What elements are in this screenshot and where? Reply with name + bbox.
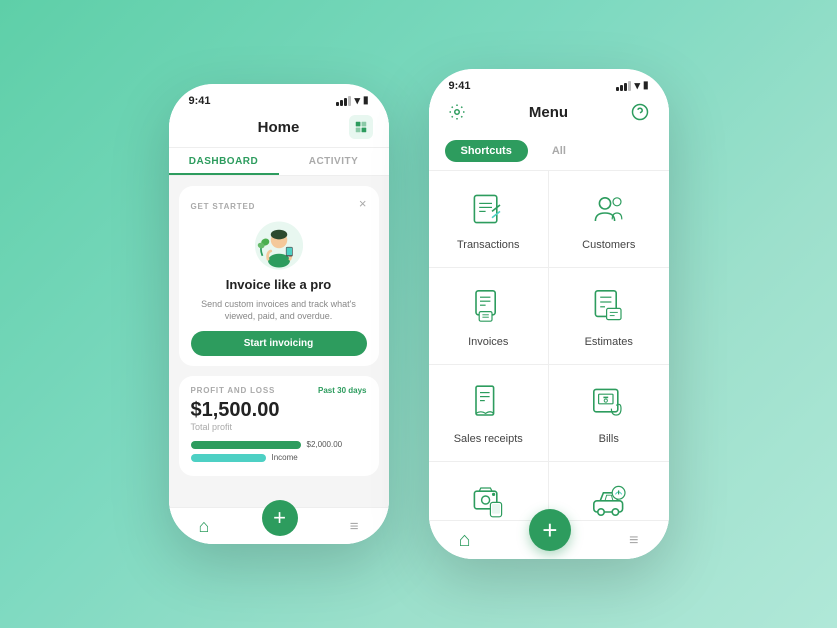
question-icon[interactable] — [628, 100, 652, 124]
income-bar-row: $2,000.00 — [191, 440, 367, 449]
left-bottom-nav: ⌂ + ≡ — [169, 507, 389, 544]
tab-dashboard[interactable]: DASHBOARD — [169, 148, 279, 175]
left-status-icons: ▾ ▮ — [336, 94, 368, 107]
profit-header: PROFIT AND LOSS Past 30 days — [191, 386, 367, 395]
bills-label: Bills — [599, 433, 619, 445]
left-content: GET STARTED × — [169, 176, 389, 507]
sales-receipts-label: Sales receipts — [454, 433, 523, 445]
menu-item-mileage[interactable]: Mileage — [549, 462, 669, 520]
expense-bar — [191, 454, 266, 462]
menu-item-transactions[interactable]: Transactions — [429, 171, 549, 267]
menu-item-bills[interactable]: Bills — [549, 365, 669, 461]
menu-grid: Transactions Customers — [429, 171, 669, 520]
right-bottom-nav: ⌂ + ≡ — [429, 520, 669, 559]
menu-item-estimates[interactable]: Estimates — [549, 268, 669, 364]
profit-period: Past 30 days — [318, 386, 366, 395]
right-status-icons: ▾ ▮ — [616, 79, 648, 92]
left-status-bar: 9:41 ▾ ▮ — [169, 84, 389, 111]
income-amount: $2,000.00 — [307, 440, 343, 449]
left-tabs: DASHBOARD ACTIVITY — [169, 148, 389, 176]
left-screen: Home DASHBOARD ACTIVITY G — [169, 111, 389, 544]
menu-title: Menu — [529, 104, 568, 121]
wifi-icon: ▾ — [354, 94, 360, 107]
right-phone: 9:41 ▾ ▮ Menu — [429, 69, 669, 559]
mileage-icon — [587, 478, 631, 520]
menu-item-customers[interactable]: Customers — [549, 171, 669, 267]
customers-label: Customers — [582, 239, 635, 251]
left-home-title: Home — [258, 119, 300, 136]
battery-icon: ▮ — [363, 95, 369, 106]
home-header-icon[interactable] — [349, 115, 373, 139]
profit-label: PROFIT AND LOSS — [191, 386, 276, 395]
profit-amount: $1,500.00 — [191, 399, 367, 422]
shortcuts-button[interactable]: Shortcuts — [445, 140, 528, 162]
right-header: Menu — [429, 96, 669, 132]
transactions-icon — [466, 187, 510, 231]
transactions-label: Transactions — [457, 239, 520, 251]
left-header: Home — [169, 111, 389, 148]
left-phone: 9:41 ▾ ▮ Home DASH — [169, 84, 389, 544]
gear-icon[interactable] — [445, 100, 469, 124]
expense-bar-row: Income — [191, 453, 367, 462]
income-bar — [191, 441, 301, 449]
shortcuts-row: Shortcuts All — [429, 132, 669, 171]
right-status-bar: 9:41 ▾ ▮ — [429, 69, 669, 96]
start-invoicing-button[interactable]: Start invoicing — [191, 331, 367, 356]
bills-icon — [587, 381, 631, 425]
all-button[interactable]: All — [536, 140, 582, 162]
left-fab[interactable]: + — [262, 500, 298, 536]
card-heading: Invoice like a pro — [191, 277, 367, 294]
home-nav-icon[interactable]: ⌂ — [199, 516, 210, 537]
left-time: 9:41 — [189, 95, 211, 107]
profit-sublabel: Total profit — [191, 422, 367, 432]
menu-item-receipt-snap[interactable]: Receipt snap — [429, 462, 549, 520]
get-started-label: GET STARTED — [191, 202, 256, 211]
income-label: Income — [272, 453, 298, 462]
right-time: 9:41 — [449, 80, 471, 92]
invoices-icon — [466, 284, 510, 328]
right-battery-icon: ▮ — [643, 80, 649, 91]
tab-activity[interactable]: ACTIVITY — [279, 148, 389, 175]
right-fab[interactable]: + — [529, 509, 571, 551]
close-button[interactable]: × — [359, 196, 367, 211]
card-illustration — [191, 218, 367, 273]
customers-icon — [587, 187, 631, 231]
right-signal-icon — [616, 81, 631, 91]
right-home-icon[interactable]: ⌂ — [459, 529, 471, 552]
menu-nav-icon[interactable]: ≡ — [350, 518, 359, 535]
menu-item-invoices[interactable]: Invoices — [429, 268, 549, 364]
right-wifi-icon: ▾ — [634, 79, 640, 92]
profit-card: PROFIT AND LOSS Past 30 days $1,500.00 T… — [179, 376, 379, 476]
sales-receipts-icon — [466, 381, 510, 425]
card-subtext: Send custom invoices and track what's vi… — [191, 298, 367, 323]
right-screen: Menu Shortcuts All — [429, 96, 669, 559]
receipt-snap-icon — [466, 478, 510, 520]
menu-item-sales-receipts[interactable]: Sales receipts — [429, 365, 549, 461]
signal-icon — [336, 96, 351, 106]
estimates-label: Estimates — [585, 336, 633, 348]
right-menu-icon[interactable]: ≡ — [629, 532, 638, 550]
invoices-label: Invoices — [468, 336, 508, 348]
get-started-card: GET STARTED × — [179, 186, 379, 366]
estimates-icon — [587, 284, 631, 328]
